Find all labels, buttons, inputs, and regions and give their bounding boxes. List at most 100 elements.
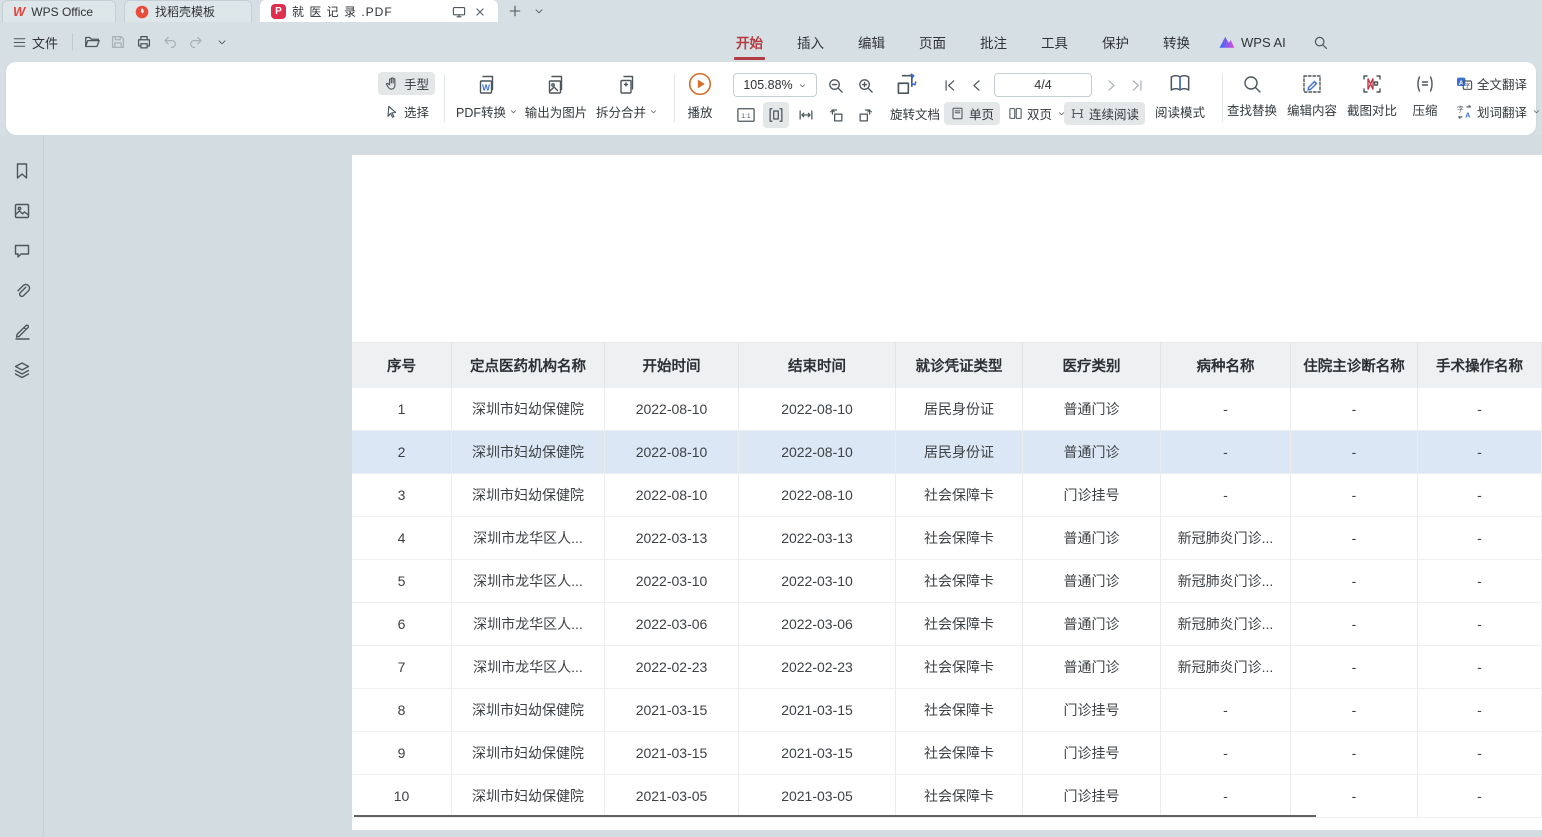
zoom-out-button[interactable] (822, 72, 848, 98)
tab-page[interactable]: 页面 (913, 22, 952, 62)
table-cell: - (1418, 517, 1542, 560)
split-merge-button[interactable]: 拆分合并 (592, 73, 662, 121)
new-tab-button[interactable] (504, 0, 526, 22)
table-cell: 7 (352, 646, 452, 689)
table-cell: 深圳市龙华区人... (452, 603, 605, 646)
table-cell: 普通门诊 (1023, 517, 1161, 560)
screen-cast-icon[interactable] (451, 4, 467, 20)
table-cell: - (1418, 560, 1542, 603)
pdf-logo-icon: P (271, 4, 286, 19)
fit-width-button[interactable] (793, 102, 819, 128)
redo-button[interactable] (183, 29, 209, 55)
table-cell: - (1291, 646, 1418, 689)
tab-start[interactable]: 开始 (730, 22, 769, 62)
signature-icon[interactable] (12, 321, 32, 341)
tab-label: WPS Office (31, 5, 93, 19)
table-cell: 深圳市妇幼保健院 (452, 431, 605, 474)
screenshot-compare-button[interactable]: 截图对比 (1344, 73, 1400, 119)
tab-edit[interactable]: 编辑 (852, 22, 891, 62)
pdf-convert-button[interactable]: W PDF转换 (452, 73, 522, 121)
close-tab-icon[interactable] (473, 5, 487, 19)
table-cell: 普通门诊 (1023, 646, 1161, 689)
file-menu-button[interactable]: 文件 (0, 33, 66, 52)
fit-page-button[interactable] (763, 102, 789, 128)
export-image-button[interactable]: 输出为图片 (518, 73, 594, 121)
tab-wps-office[interactable]: W WPS Office (2, 0, 116, 22)
attachment-icon[interactable] (12, 281, 32, 301)
table-cell: 2022-08-10 (739, 431, 896, 474)
tab-annotate[interactable]: 批注 (974, 22, 1013, 62)
undo-button[interactable] (157, 29, 183, 55)
open-file-button[interactable] (79, 29, 105, 55)
tab-tools[interactable]: 工具 (1035, 22, 1074, 62)
document-viewport[interactable]: 序号定点医药机构名称开始时间结束时间就诊凭证类型医疗类别病种名称住院主诊断名称手… (0, 135, 1542, 837)
first-page-button[interactable] (936, 72, 962, 98)
zoom-level-input[interactable]: 105.88% (733, 73, 817, 97)
hand-tool-button[interactable]: 手型 (378, 72, 435, 95)
select-tool-button[interactable]: 选择 (378, 100, 435, 123)
actual-size-button[interactable]: 1:1 (733, 102, 759, 128)
table-cell: 2022-08-10 (605, 474, 739, 517)
table-header-cell: 手术操作名称 (1418, 342, 1542, 388)
table-cell: - (1161, 431, 1291, 474)
left-panel-sidebar (0, 135, 44, 837)
full-translate-icon: A字 (1456, 76, 1473, 91)
continuous-read-button[interactable]: 连续阅读 (1064, 102, 1145, 125)
rotate-document-button[interactable]: 旋转文档 (884, 102, 946, 125)
prev-page-button[interactable] (963, 72, 989, 98)
edit-content-button[interactable]: 编辑内容 (1284, 73, 1340, 119)
table-row: 6深圳市龙华区人...2022-03-062022-03-06社会保障卡普通门诊… (352, 603, 1542, 646)
save-button[interactable] (105, 29, 131, 55)
tab-list-chevron-icon[interactable] (528, 0, 550, 22)
double-page-button[interactable]: 双页 (1002, 102, 1072, 125)
table-cell: - (1291, 388, 1418, 431)
full-translate-button[interactable]: A字 全文翻译 (1450, 72, 1533, 95)
print-button[interactable] (131, 29, 157, 55)
last-page-button[interactable] (1124, 72, 1150, 98)
page-number-input[interactable]: 4/4 (994, 73, 1092, 97)
tab-insert[interactable]: 插入 (791, 22, 830, 62)
single-page-button[interactable]: 单页 (944, 102, 1000, 125)
table-cell: 8 (352, 689, 452, 732)
table-row: 10深圳市妇幼保健院2021-03-052021-03-05社会保障卡门诊挂号-… (352, 775, 1542, 818)
quick-access-chevron-icon[interactable] (209, 29, 235, 55)
table-cell: 深圳市妇幼保健院 (452, 732, 605, 775)
compress-button[interactable]: 压缩 (1402, 73, 1448, 119)
table-cell: - (1161, 775, 1291, 818)
tab-convert[interactable]: 转换 (1157, 22, 1196, 62)
tab-docer-templates[interactable]: 找稻壳模板 (124, 0, 252, 22)
table-cell: - (1418, 775, 1542, 818)
menu-bar: 文件 开始 插入 编辑 页面 批注 工具 保护 转换 WPS AI (0, 22, 1542, 62)
table-row: 9深圳市妇幼保健院2021-03-152021-03-15社会保障卡门诊挂号--… (352, 732, 1542, 775)
docer-logo-icon (135, 5, 149, 19)
table-cell: 深圳市妇幼保健院 (452, 775, 605, 818)
comment-icon[interactable] (12, 241, 32, 261)
tab-document[interactable]: P 就 医 记 录 .PDF (260, 0, 498, 22)
rotate-left-button[interactable] (823, 102, 849, 128)
tab-label: 找稻壳模板 (155, 3, 215, 20)
layers-icon[interactable] (12, 360, 32, 380)
rotate-right-button[interactable] (853, 102, 879, 128)
table-header-cell: 医疗类别 (1023, 342, 1161, 388)
wps-ai-button[interactable]: WPS AI (1218, 35, 1286, 50)
table-row: 2深圳市妇幼保健院2022-08-102022-08-10居民身份证普通门诊--… (352, 431, 1542, 474)
play-button[interactable]: 播放 (678, 71, 722, 121)
table-cell: 2022-03-13 (739, 517, 896, 560)
export-image-icon (544, 73, 568, 97)
table-cell: 2022-02-23 (739, 646, 896, 689)
svg-text:W: W (482, 83, 491, 93)
table-cell: 深圳市龙华区人... (452, 646, 605, 689)
read-mode-button[interactable]: 阅读模式 (1152, 71, 1208, 121)
table-cell: - (1161, 732, 1291, 775)
word-translate-button[interactable]: 字A 划词翻译 (1450, 100, 1542, 123)
zoom-in-button[interactable] (852, 72, 878, 98)
next-page-button[interactable] (1098, 72, 1124, 98)
rotate-pages-button[interactable] (890, 70, 922, 100)
thumbnail-icon[interactable] (12, 201, 32, 221)
tab-protect[interactable]: 保护 (1096, 22, 1135, 62)
bookmark-icon[interactable] (12, 161, 32, 181)
search-menu-icon[interactable] (1308, 29, 1334, 55)
wps-ai-logo-icon (1218, 35, 1236, 49)
table-row: 1深圳市妇幼保健院2022-08-102022-08-10居民身份证普通门诊--… (352, 388, 1542, 431)
find-replace-button[interactable]: 查找替换 (1224, 73, 1280, 119)
